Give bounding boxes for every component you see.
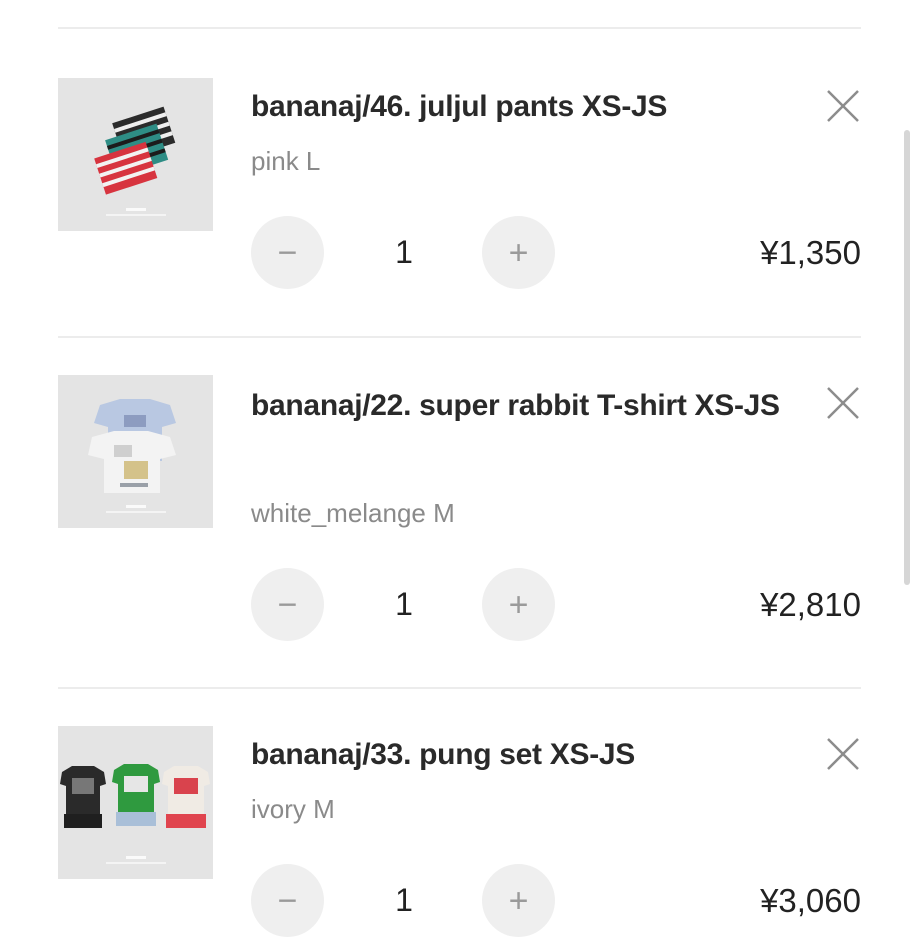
close-icon	[827, 90, 859, 122]
product-price: ¥3,060	[760, 882, 861, 919]
product-thumbnail[interactable]	[58, 78, 213, 231]
product-title[interactable]: bananaj/22. super rabbit T-shirt XS-JS	[251, 379, 806, 432]
increase-quantity-button[interactable]: +	[482, 216, 555, 289]
minus-icon: −	[277, 881, 298, 920]
plus-icon: +	[508, 881, 529, 920]
product-title[interactable]: bananaj/46. juljul pants XS-JS	[251, 80, 806, 133]
close-icon	[827, 387, 859, 419]
item-divider	[58, 687, 861, 689]
product-price: ¥2,810	[760, 586, 861, 623]
quantity-value: 1	[395, 586, 413, 622]
product-price: ¥1,350	[760, 234, 861, 271]
product-thumbnail[interactable]	[58, 726, 213, 879]
decrease-quantity-button[interactable]: −	[251, 864, 324, 937]
product-variant: white_melange M	[251, 498, 455, 528]
plus-icon: +	[508, 233, 529, 272]
product-variant: ivory M	[251, 794, 335, 824]
quantity-value: 1	[395, 882, 413, 918]
increase-quantity-button[interactable]: +	[482, 864, 555, 937]
cart-item: bananaj/46. juljul pants XS-JS pink L − …	[58, 78, 861, 338]
cart-item: bananaj/33. pung set XS-JS ivory M − 1 +…	[58, 726, 861, 937]
minus-icon: −	[277, 585, 298, 624]
top-divider	[58, 27, 861, 29]
remove-item-button[interactable]	[825, 385, 861, 421]
remove-item-button[interactable]	[825, 88, 861, 124]
product-thumbnail[interactable]	[58, 375, 213, 528]
minus-icon: −	[277, 233, 298, 272]
product-title[interactable]: bananaj/33. pung set XS-JS	[251, 728, 806, 781]
scrollbar[interactable]	[904, 130, 910, 585]
decrease-quantity-button[interactable]: −	[251, 568, 324, 641]
remove-item-button[interactable]	[825, 736, 861, 772]
increase-quantity-button[interactable]: +	[482, 568, 555, 641]
decrease-quantity-button[interactable]: −	[251, 216, 324, 289]
cart-item: bananaj/22. super rabbit T-shirt XS-JS w…	[58, 375, 861, 689]
plus-icon: +	[508, 585, 529, 624]
close-icon	[827, 738, 859, 770]
item-divider	[58, 336, 861, 338]
quantity-value: 1	[395, 234, 413, 270]
product-variant: pink L	[251, 146, 321, 176]
